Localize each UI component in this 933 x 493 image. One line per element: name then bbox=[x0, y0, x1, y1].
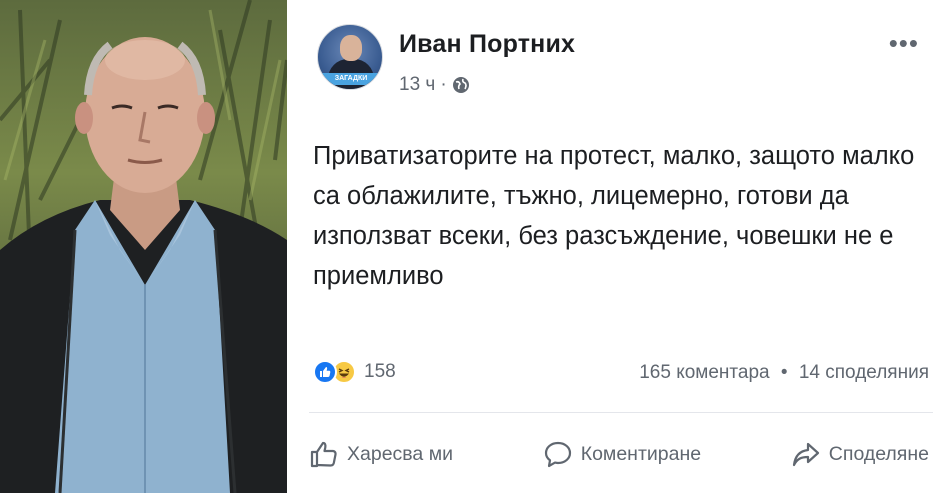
comments-count[interactable]: 165 коментара bbox=[639, 362, 769, 383]
thumbs-up-icon bbox=[310, 441, 337, 468]
man-photo-illustration bbox=[0, 0, 287, 493]
avatar-head bbox=[340, 35, 362, 61]
post-actions-bar: Харесва ми Коментиране Споделяне bbox=[305, 432, 933, 476]
avatar-banner: ЗАГАДКИ bbox=[322, 73, 380, 85]
author-avatar[interactable]: ЗАГАДКИ bbox=[317, 24, 383, 90]
comment-button-label: Коментиране bbox=[580, 442, 702, 465]
like-button-label: Харесва ми bbox=[347, 442, 453, 465]
post-text: Приватизаторите на протест, малко, защот… bbox=[313, 142, 915, 290]
facebook-post: ЗАГАДКИ Иван Портних 13 ч · ••• Приватиз… bbox=[295, 0, 933, 493]
stats-separator: • bbox=[780, 362, 788, 383]
like-button[interactable]: Харесва ми bbox=[305, 440, 457, 468]
comment-icon bbox=[544, 441, 571, 468]
more-options-icon[interactable]: ••• bbox=[889, 28, 919, 59]
reactions-summary[interactable]: 158 bbox=[313, 360, 396, 384]
share-button-label: Споделяне bbox=[828, 442, 929, 465]
author-name[interactable]: Иван Портних bbox=[399, 30, 575, 59]
profile-photo bbox=[0, 0, 287, 493]
like-reaction-icon bbox=[313, 360, 337, 384]
reactions-count: 158 bbox=[364, 361, 396, 382]
actions-divider bbox=[309, 412, 933, 413]
post-meta: 13 ч · bbox=[399, 74, 470, 96]
globe-icon bbox=[452, 77, 469, 93]
post-stats: 165 коментара • 14 споделяния bbox=[639, 362, 929, 384]
meta-separator: · bbox=[440, 74, 447, 95]
share-icon bbox=[792, 442, 819, 467]
shares-count[interactable]: 14 споделяния bbox=[799, 362, 929, 383]
share-button[interactable]: Споделяне bbox=[787, 440, 933, 468]
comment-button[interactable]: Коментиране bbox=[539, 440, 705, 468]
post-time[interactable]: 13 ч bbox=[399, 74, 435, 96]
